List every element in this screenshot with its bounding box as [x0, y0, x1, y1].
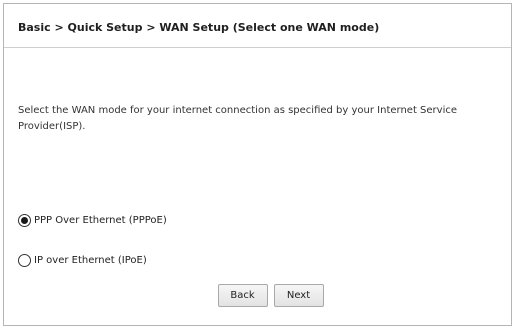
ipoe-radio[interactable] — [18, 254, 31, 267]
pppoe-radio[interactable] — [18, 214, 31, 227]
next-button[interactable]: Next — [273, 284, 324, 307]
back-button[interactable]: Back — [217, 284, 268, 307]
header-divider — [4, 47, 511, 48]
wan-mode-description: Select the WAN mode for your internet co… — [18, 105, 458, 132]
pppoe-label: PPP Over Ethernet (PPPoE) — [34, 215, 167, 226]
wan-mode-option-ipoe[interactable]: IP over Ethernet (IPoE) — [18, 254, 147, 267]
wan-mode-option-pppoe[interactable]: PPP Over Ethernet (PPPoE) — [18, 214, 167, 227]
wan-setup-panel: Basic > Quick Setup > WAN Setup (Select … — [3, 3, 512, 326]
breadcrumb: Basic > Quick Setup > WAN Setup (Select … — [18, 21, 380, 34]
ipoe-label: IP over Ethernet (IPoE) — [34, 255, 147, 266]
button-row: Back Next — [4, 284, 511, 307]
